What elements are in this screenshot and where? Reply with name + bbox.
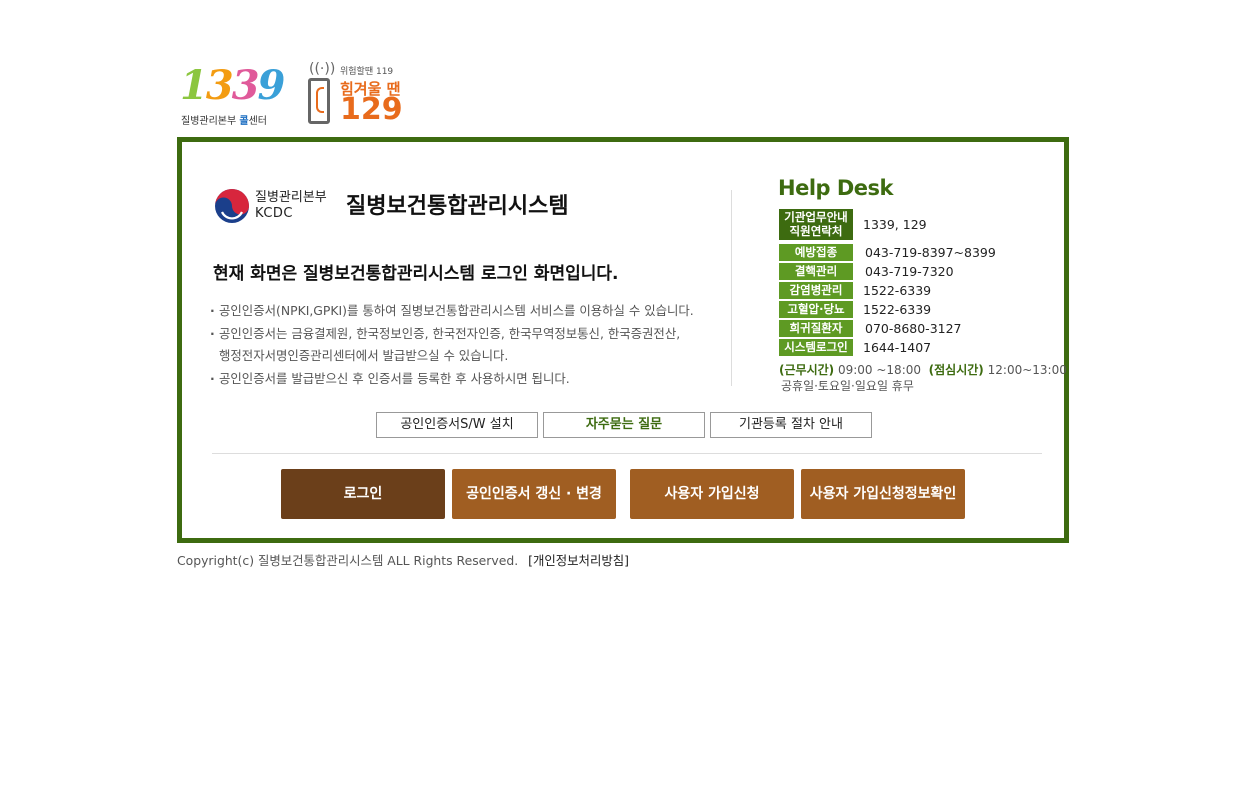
helpdesk-value: 043-719-7320 xyxy=(865,264,954,279)
faq-button[interactable]: 자주묻는 질문 xyxy=(543,412,705,438)
footer: Copyright(c) 질병보건통합관리시스템 ALL Rights Rese… xyxy=(177,551,629,569)
registration-guide-button[interactable]: 기관등록 절차 안내 xyxy=(710,412,872,438)
call-center-1339-logo: 1339 질병관리본부 콜센터 xyxy=(180,64,290,130)
helpdesk-label: 예방접종 xyxy=(779,244,853,261)
holiday-notice: 공휴일·토요일·일요일 휴무 xyxy=(781,379,914,393)
logo-1339-caption: 질병관리본부 콜센터 xyxy=(181,116,267,127)
install-cert-software-button[interactable]: 공인인증서S/W 설치 xyxy=(376,412,538,438)
horizontal-divider xyxy=(212,453,1042,454)
helpdesk-label: 기관업무안내 직원연락처 xyxy=(779,209,853,240)
helpdesk-value: 1522-6339 xyxy=(863,283,932,298)
helpdesk-value: 1522-6339 xyxy=(863,302,932,317)
login-button[interactable]: 로그인 xyxy=(281,469,445,519)
helpdesk-label: 결핵관리 xyxy=(779,263,853,280)
logo-129-small-text: 위험할땐 119 xyxy=(340,67,394,77)
helpdesk-label: 희귀질환자 xyxy=(779,320,853,337)
helpdesk-value: 1339, 129 xyxy=(863,217,927,232)
notice-list: 공인인증서(NPKI,GPKI)를 통하여 질병보건통합관리시스템 서비스를 이… xyxy=(210,300,694,390)
login-panel: 질병관리본부 KCDC 질병보건통합관리시스템 현재 화면은 질병보건통합관리시… xyxy=(177,137,1069,543)
logo-1339-digits: 1339 xyxy=(180,62,285,109)
kcdc-emblem-icon xyxy=(215,189,249,223)
signup-status-check-button[interactable]: 사용자 가입신청정보확인 xyxy=(801,469,965,519)
notice-item: 공인인증서를 발급받으신 후 인증서를 등록한 후 사용하시면 됩니다. xyxy=(210,368,694,391)
helpdesk-value: 043-719-8397~8399 xyxy=(865,245,996,260)
helpdesk-label: 감염병관리 xyxy=(779,282,853,299)
logo-129-number: 129 xyxy=(340,92,403,127)
cert-renew-button[interactable]: 공인인증서 갱신 · 변경 xyxy=(452,469,616,519)
helpdesk-title: Help Desk xyxy=(778,176,894,200)
copyright-text: Copyright(c) 질병보건통합관리시스템 ALL Rights Rese… xyxy=(177,553,519,568)
phone-icon xyxy=(308,78,330,124)
privacy-policy-link[interactable]: [개인정보처리방침] xyxy=(528,553,629,568)
vertical-divider xyxy=(731,190,732,386)
org-name: 질병관리본부 KCDC xyxy=(255,190,327,221)
service-hours: (근무시간) 09:00 ~18:00 (점심시간) 12:00~13:00 공… xyxy=(779,363,1067,393)
helpdesk-value: 1644-1407 xyxy=(863,340,932,355)
notice-item: 공인인증서는 금융결제원, 한국정보인증, 한국전자인증, 한국무역정보통신, … xyxy=(210,323,694,346)
hotline-129-logo: ((·)) 위험할땐 119 힘겨울 땐 129 xyxy=(306,60,406,132)
system-title: 질병보건통합관리시스템 xyxy=(346,194,569,219)
signal-icon: ((·)) xyxy=(309,61,336,77)
helpdesk-value: 070-8680-3127 xyxy=(865,321,962,336)
notice-item: 행정전자서명인증관리센터에서 발급받으실 수 있습니다. xyxy=(219,348,509,363)
notice-item: 공인인증서(NPKI,GPKI)를 통하여 질병보건통합관리시스템 서비스를 이… xyxy=(210,300,694,323)
helpdesk-label: 고혈압·당뇨 xyxy=(779,301,853,318)
user-signup-button[interactable]: 사용자 가입신청 xyxy=(630,469,794,519)
helpdesk-label: 시스템로그인 xyxy=(779,339,853,356)
login-heading: 현재 화면은 질병보건통합관리시스템 로그인 화면입니다. xyxy=(213,264,619,284)
